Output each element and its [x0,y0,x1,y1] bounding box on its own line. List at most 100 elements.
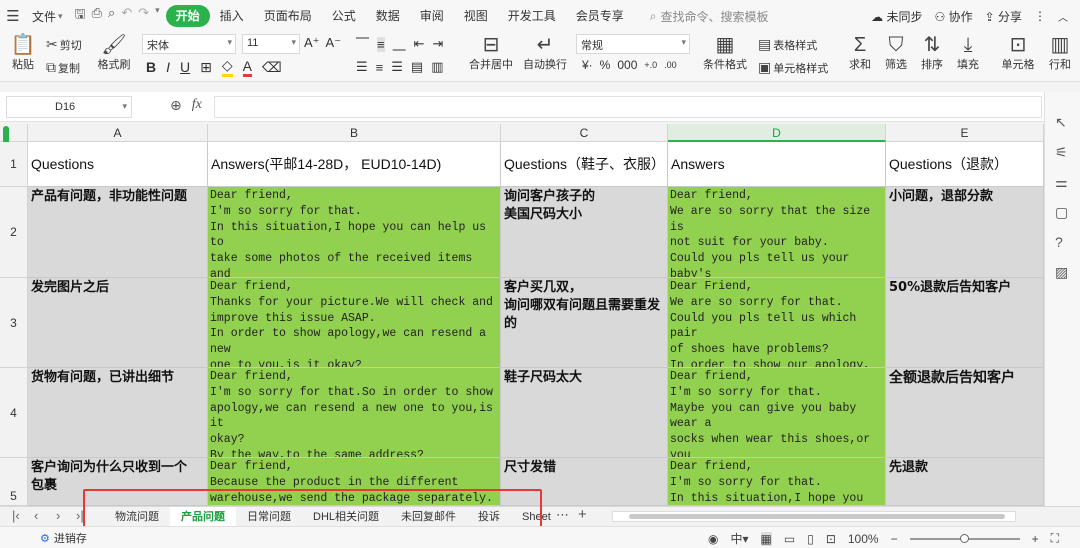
copy-button[interactable]: ⧉ 复制 [46,59,80,76]
name-box[interactable]: D16 ▾ [6,96,132,118]
save-icon[interactable]: 🖫 [75,5,86,27]
zoom-in-icon[interactable]: + [1032,532,1039,546]
print-icon[interactable]: ⎙ [92,5,102,27]
fullscreen-icon[interactable]: ⛶ [1051,531,1059,546]
fill-button[interactable]: ⤓ 填充 [954,34,982,72]
backup-icon[interactable]: ▢ [1055,204,1068,221]
command-search[interactable]: ⌕ 查找命令、搜索模板 [634,8,769,25]
borders-icon[interactable]: ⊞ [200,59,212,76]
cell-a1[interactable]: Questions [28,142,208,187]
row-col-button[interactable]: ▥ 行和 [1044,34,1076,72]
cell-e5[interactable]: 先退款 [886,458,1044,506]
cell-c5[interactable]: 尺寸发错 [501,458,668,506]
eye-protection-icon[interactable]: ◉ [708,532,718,546]
bold-button[interactable]: B [146,59,156,75]
sheet-tab-daily[interactable]: 日常问题 [236,507,302,527]
more-icon[interactable]: ⋮ [1034,9,1046,23]
conditional-format-button[interactable]: ▦ 条件格式 [700,34,750,72]
zoom-level[interactable]: 100% [848,532,879,546]
tab-home[interactable]: 开始 [165,5,210,27]
collapse-ribbon-icon[interactable]: ︿ [1058,9,1068,24]
adjust-icon[interactable]: ⚟ [1055,144,1068,161]
cell-b1[interactable]: Answers(平邮14-28D， EUD10-14D) [208,142,501,187]
justify-icon[interactable]: ▤ [411,59,423,75]
cell-b5[interactable]: Dear friend, Because the product in the … [208,458,501,506]
row-header-3[interactable]: 3 [0,278,28,368]
font-name-select[interactable]: 宋体 ▾ [142,34,236,54]
column-header-d[interactable]: D [668,124,886,142]
tab-insert[interactable]: 插入 [210,5,254,27]
increase-font-icon[interactable]: A⁺ [304,35,320,51]
tab-developer[interactable]: 开发工具 [498,5,566,27]
cell-d5[interactable]: Dear friend, I'm so sorry for that. In t… [668,458,886,506]
formula-input[interactable] [214,96,1042,118]
more-sheets-icon[interactable]: ⋯ [556,507,569,523]
cell-d4[interactable]: Dear friend, I'm so sorry for that. Mayb… [668,368,886,458]
add-sheet-icon[interactable]: + [578,506,587,523]
file-menu[interactable]: 文件 ▾ [26,8,69,25]
indent-increase-icon[interactable]: ⇥ [433,36,444,52]
page-break-view-icon[interactable]: ▯ [807,532,814,546]
align-right-icon[interactable]: ☰ [391,59,403,75]
chevron-down-icon[interactable]: ▾ [155,5,160,27]
prev-sheet-icon[interactable]: ‹ [34,508,38,523]
cell-a3[interactable]: 发完图片之后 [28,278,208,368]
sheet-tab-logistics[interactable]: 物流问题 [104,507,170,527]
row-header-4[interactable]: 4 [0,368,28,458]
align-top-icon[interactable]: ⎺ [356,36,369,52]
image-icon[interactable]: ▨ [1055,264,1068,281]
tab-member[interactable]: 会员专享 [566,5,634,27]
number-format-select[interactable]: 常规 ▾ [576,34,690,54]
cell-e2[interactable]: 小问题，退部分款 [886,187,1044,278]
redo-icon[interactable]: ↷ [138,5,149,27]
filter-button[interactable]: ⛉ 筛选 [882,34,910,72]
sort-button[interactable]: ⇅ 排序 [918,34,946,72]
align-left-icon[interactable]: ☰ [356,59,368,75]
cell-style-button[interactable]: ▣ 单元格样式 [758,59,828,76]
page-layout-view-icon[interactable]: ▭ [784,532,795,546]
font-size-select[interactable]: 11 ▾ [242,34,300,54]
cell-c2[interactable]: 询问客户孩子的 美国尺码大小 [501,187,668,278]
cursor-select-icon[interactable]: ↖ [1055,114,1067,131]
cell-a5[interactable]: 客户询问为什么只收到一个 包裹 [28,458,208,506]
zoom-icon[interactable]: ⊕ [170,97,182,114]
share-button[interactable]: ⇪ 分享 [985,8,1022,25]
wrap-text-button[interactable]: ↵ 自动换行 [522,34,568,72]
cell-c1[interactable]: Questions（鞋子、衣服） [501,142,668,187]
zoom-slider[interactable] [909,533,1020,543]
cell-b3[interactable]: Dear friend, Thanks for your picture.We … [208,278,501,368]
percent-icon[interactable]: % [600,58,611,72]
cell-button[interactable]: ⊡ 单元格 [998,34,1038,72]
clear-format-icon[interactable]: ⌫ [262,59,282,76]
align-center-icon[interactable]: ≡ [376,60,384,75]
distribute-icon[interactable]: ▥ [431,59,443,75]
currency-icon[interactable]: ¥· [582,58,593,72]
row-header-5[interactable]: 5 [0,458,28,506]
function-icon[interactable]: fx [192,97,202,114]
cut-button[interactable]: ✂ 剪切 [46,36,82,53]
decrease-decimal-icon[interactable]: .00 [664,60,677,70]
cell-b4[interactable]: Dear friend, I'm so sorry for that.So in… [208,368,501,458]
sum-button[interactable]: Σ 求和 [846,34,874,72]
table-style-button[interactable]: ▤ 表格样式 [758,36,817,53]
column-header-b[interactable]: B [208,124,501,142]
column-header-c[interactable]: C [501,124,668,142]
normal-view-icon[interactable]: ▦ [760,531,772,546]
sheet-tab-complaint[interactable]: 投诉 [467,507,511,527]
align-bottom-icon[interactable]: ⎽ [393,36,406,52]
attributes-icon[interactable]: ⚌ [1055,174,1068,191]
next-sheet-icon[interactable]: › [56,508,60,523]
cell-c3[interactable]: 客户买几双， 询问哪双有问题且需要重发 的 [501,278,668,368]
hamburger-menu-icon[interactable]: ☰ [0,7,26,25]
tab-view[interactable]: 视图 [454,5,498,27]
cell-a4[interactable]: 货物有问题，已讲出细节 [28,368,208,458]
print-preview-icon[interactable]: ⌕ [108,5,115,27]
align-middle-icon[interactable]: ≡ [377,36,385,52]
cell-e4[interactable]: 全额退款后告知客户 [886,368,1044,458]
sheet-tab-dhl[interactable]: DHL相关问题 [302,507,390,527]
cell-d2[interactable]: Dear friend, We are so sorry that the si… [668,187,886,278]
underline-button[interactable]: U [180,59,190,75]
tab-page-layout[interactable]: 页面布局 [254,5,322,27]
tab-formulas[interactable]: 公式 [322,5,366,27]
italic-button[interactable]: I [166,59,170,75]
